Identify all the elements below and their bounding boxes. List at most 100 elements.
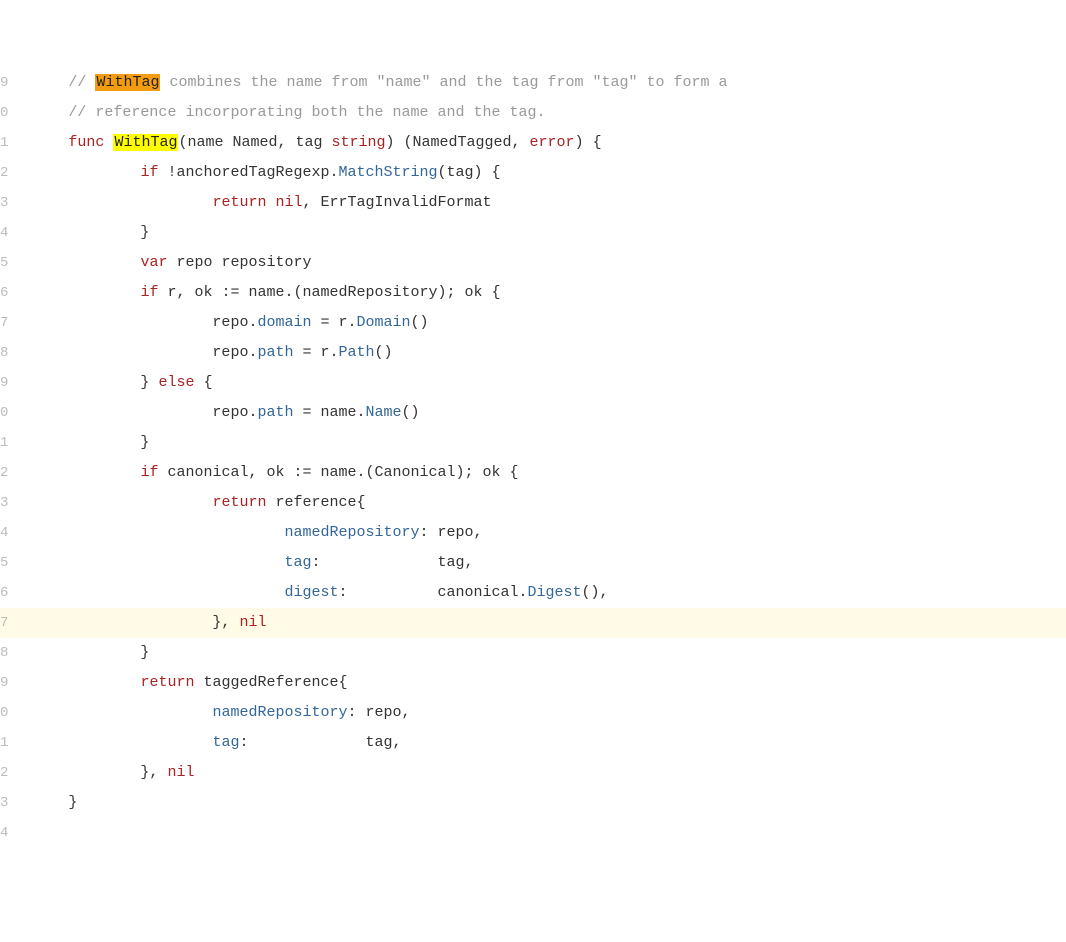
- line-number: 7: [0, 308, 18, 338]
- code-token: repo.: [32, 344, 257, 361]
- code-token: else: [158, 374, 194, 391]
- code-token: [32, 734, 212, 751]
- code-line: 9 // WithTag combines the name from "nam…: [0, 68, 1066, 98]
- code-line: 7 repo.domain = r.Domain(): [0, 308, 1066, 338]
- code-content: repo.path = r.Path(): [18, 338, 1066, 368]
- code-token: return: [212, 194, 266, 211]
- code-token: func: [68, 134, 104, 151]
- code-token: error: [530, 134, 575, 151]
- line-number: 9: [0, 368, 18, 398]
- code-token: namedRepository: [284, 524, 419, 541]
- code-content: func WithTag(name Named, tag string) (Na…: [18, 128, 1066, 158]
- code-token: },: [32, 614, 239, 631]
- code-token: (name Named, tag: [178, 134, 331, 151]
- code-token: : tag,: [311, 554, 473, 571]
- code-token: [32, 584, 284, 601]
- code-content: }, nil: [18, 608, 1066, 638]
- code-token: }: [32, 374, 158, 391]
- code-token: [32, 464, 140, 481]
- code-line: 1 }: [0, 428, 1066, 458]
- code-token: {: [194, 374, 212, 391]
- code-token: repo.: [32, 314, 257, 331]
- code-line: 1 func WithTag(name Named, tag string) (…: [0, 128, 1066, 158]
- code-content: tag: tag,: [18, 548, 1066, 578]
- code-token: [32, 254, 140, 271]
- line-number: 0: [0, 398, 18, 428]
- line-number: 9: [0, 68, 18, 98]
- code-token: = name.: [293, 404, 365, 421]
- code-token: [32, 524, 284, 541]
- code-token: [32, 194, 212, 211]
- code-token: tag: [284, 554, 311, 571]
- code-content: }: [18, 638, 1066, 668]
- code-token: : canonical.: [338, 584, 527, 601]
- code-token: : repo,: [419, 524, 482, 541]
- code-token: },: [32, 764, 167, 781]
- code-line: 3 return reference{: [0, 488, 1066, 518]
- code-content: repo.path = name.Name(): [18, 398, 1066, 428]
- line-number: 2: [0, 458, 18, 488]
- code-content: if r, ok := name.(namedRepository); ok {: [18, 278, 1066, 308]
- code-line: 6 if r, ok := name.(namedRepository); ok…: [0, 278, 1066, 308]
- code-content: digest: canonical.Digest(),: [18, 578, 1066, 608]
- code-line: 5 var repo repository: [0, 248, 1066, 278]
- line-number: 3: [0, 188, 18, 218]
- line-number: 4: [0, 218, 18, 248]
- code-token: [32, 134, 68, 151]
- code-content: return nil, ErrTagInvalidFormat: [18, 188, 1066, 218]
- code-line: 4 }: [0, 218, 1066, 248]
- code-token: return: [140, 674, 194, 691]
- code-token: = r.: [293, 344, 338, 361]
- code-token: taggedReference{: [194, 674, 347, 691]
- code-line: 4 namedRepository: repo,: [0, 518, 1066, 548]
- line-number: 3: [0, 788, 18, 818]
- code-content: namedRepository: repo,: [18, 698, 1066, 728]
- code-line: 3 }: [0, 788, 1066, 818]
- code-token: ) (NamedTagged,: [386, 134, 530, 151]
- line-number: 1: [0, 128, 18, 158]
- code-token: Name: [365, 404, 401, 421]
- code-token: ) {: [575, 134, 602, 151]
- code-token: repo.: [32, 404, 257, 421]
- code-token: : repo,: [347, 704, 410, 721]
- code-line: 6 digest: canonical.Digest(),: [0, 578, 1066, 608]
- code-content: if !anchoredTagRegexp.MatchString(tag) {: [18, 158, 1066, 188]
- code-token: WithTag: [113, 134, 178, 151]
- code-token: r, ok := name.(namedRepository); ok {: [158, 284, 500, 301]
- code-token: }: [32, 794, 77, 811]
- code-token: var: [140, 254, 167, 271]
- line-number: 4: [0, 818, 18, 848]
- code-content: repo.domain = r.Domain(): [18, 308, 1066, 338]
- line-number: 1: [0, 428, 18, 458]
- code-token: (),: [582, 584, 609, 601]
- line-number: 8: [0, 338, 18, 368]
- code-viewer: 9 // WithTag combines the name from "nam…: [0, 68, 1066, 848]
- code-line: 8 repo.path = r.Path(): [0, 338, 1066, 368]
- code-line: 0 repo.path = name.Name(): [0, 398, 1066, 428]
- code-token: if: [140, 284, 158, 301]
- code-token: if: [140, 164, 158, 181]
- code-line: 0 // reference incorporating both the na…: [0, 98, 1066, 128]
- code-content: }, nil: [18, 758, 1066, 788]
- code-content: if canonical, ok := name.(Canonical); ok…: [18, 458, 1066, 488]
- code-content: [18, 818, 1066, 848]
- code-token: return: [212, 494, 266, 511]
- code-token: , ErrTagInvalidFormat: [302, 194, 491, 211]
- line-number: 9: [0, 668, 18, 698]
- code-line: 4: [0, 818, 1066, 848]
- code-token: if: [140, 464, 158, 481]
- code-token: nil: [275, 194, 302, 211]
- code-content: var repo repository: [18, 248, 1066, 278]
- code-content: } else {: [18, 368, 1066, 398]
- code-token: !anchoredTagRegexp.: [158, 164, 338, 181]
- line-number: 3: [0, 488, 18, 518]
- line-number: 5: [0, 248, 18, 278]
- code-token: [32, 554, 284, 571]
- code-content: return reference{: [18, 488, 1066, 518]
- code-token: (): [411, 314, 429, 331]
- code-token: [32, 674, 140, 691]
- code-token: nil: [239, 614, 266, 631]
- code-token: (): [402, 404, 420, 421]
- code-line: 2 if !anchoredTagRegexp.MatchString(tag)…: [0, 158, 1066, 188]
- line-number: 0: [0, 698, 18, 728]
